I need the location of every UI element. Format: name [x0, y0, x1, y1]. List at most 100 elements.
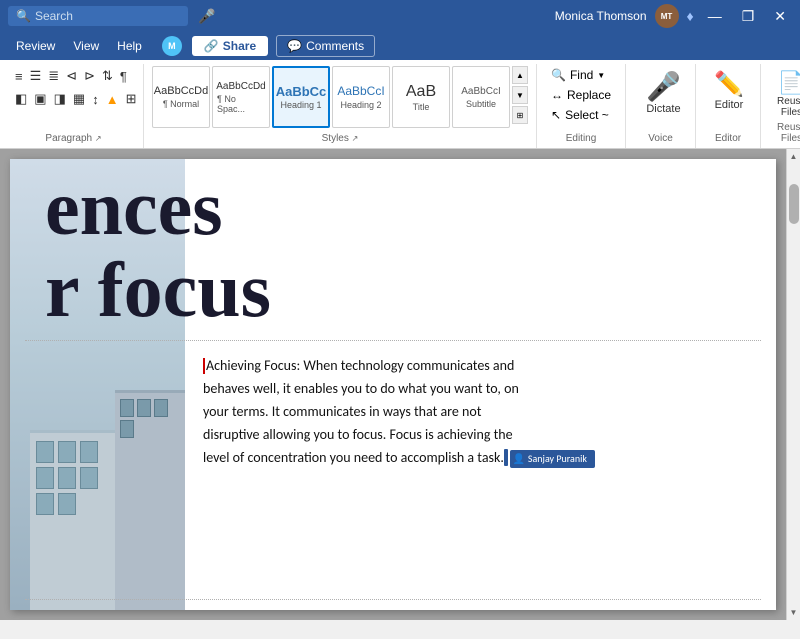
shading-btn[interactable]: ▲: [103, 89, 122, 109]
body-content: Achieving Focus: When technology communi…: [185, 344, 766, 590]
search-box[interactable]: 🔍 Search: [8, 6, 188, 26]
reuse-content: 📄 ReuseFiles: [769, 66, 800, 122]
align-justify[interactable]: ▦: [70, 89, 88, 109]
comments-button[interactable]: 💬 Comments: [276, 35, 375, 57]
style-nospace-preview: AaBbCcDd: [216, 81, 265, 93]
select-icon: ↖: [551, 108, 561, 122]
body-text-4: disruptive allowing you to focus. Focus …: [203, 426, 513, 443]
paragraph-group: ≡ ☰ ≣ ⊲ ⊳ ⇅ ¶ ◧ ▣ ◨ ▦ ↕ ▲: [4, 64, 144, 148]
voice-label: Voice: [634, 133, 687, 146]
scroll-thumb[interactable]: [789, 184, 799, 224]
body-text-5: level of concentration you need to accom…: [203, 449, 504, 466]
styles-expand-icon[interactable]: ↗: [352, 134, 359, 143]
microphone-icon: 🎤: [646, 70, 681, 103]
cursor: [203, 358, 205, 374]
style-title-label: Title: [413, 102, 430, 112]
indent-decrease[interactable]: ⊲: [63, 66, 80, 86]
style-heading2[interactable]: AaBbCcI Heading 2: [332, 66, 390, 128]
avatar-initials: MT: [661, 12, 673, 21]
align-right[interactable]: ◨: [51, 89, 69, 109]
editor-group: ✏️ Editor Editor: [696, 64, 761, 148]
reuse-icon: 📄: [778, 70, 800, 96]
user-name: Monica Thomson: [555, 9, 647, 23]
find-button[interactable]: 🔍 Find ▼: [545, 66, 617, 84]
align-center[interactable]: ▣: [31, 89, 49, 109]
reuse-button[interactable]: 📄 ReuseFiles: [769, 66, 800, 122]
gallery-down[interactable]: ▼: [512, 86, 528, 104]
menu-view[interactable]: View: [65, 35, 107, 57]
title-bar-right: Monica Thomson MT ♦ — ❐ ✕: [531, 4, 792, 28]
search-icon: 🔍: [16, 9, 31, 23]
top-divider: [25, 340, 761, 341]
list-btn-3[interactable]: ≣: [45, 66, 62, 86]
style-title[interactable]: AaB Title: [392, 66, 450, 128]
border-btn[interactable]: ⊞: [123, 89, 140, 109]
scroll-down-arrow[interactable]: ▼: [787, 605, 800, 620]
close-button[interactable]: ✕: [768, 7, 792, 25]
style-nospace-label: ¶ No Spac...: [217, 94, 265, 114]
menu-review[interactable]: Review: [8, 35, 63, 57]
editor-label: Editor: [704, 133, 752, 146]
gallery-up[interactable]: ▲: [512, 66, 528, 84]
reuse-label: ReuseFiles: [777, 96, 800, 118]
restore-button[interactable]: ❐: [736, 7, 761, 25]
paragraph-group-content: ≡ ☰ ≣ ⊲ ⊳ ⇅ ¶ ◧ ▣ ◨ ▦ ↕ ▲: [12, 66, 139, 133]
style-heading1[interactable]: AaBbCc Heading 1: [272, 66, 330, 128]
style-h2-label: Heading 2: [340, 100, 381, 110]
list-btn-1[interactable]: ≡: [12, 66, 26, 86]
style-title-preview: AaB: [406, 82, 436, 101]
bottom-divider: [25, 599, 761, 600]
style-normal-preview: AaBbCcDd: [154, 85, 208, 98]
editor-button[interactable]: ✏️ Editor: [704, 66, 754, 115]
align-left[interactable]: ◧: [12, 89, 30, 109]
comments-label: Comments: [306, 39, 364, 53]
dictate-label: Dictate: [646, 103, 680, 115]
minimize-button[interactable]: —: [702, 7, 728, 25]
scrollbar[interactable]: ▲ ▼: [786, 149, 800, 620]
paragraph-expand-icon[interactable]: ↗: [95, 134, 102, 143]
heading-area: ences r focus: [10, 159, 762, 334]
body-text-3: your terms. It communicates in ways that…: [203, 403, 481, 420]
style-normal-label: ¶ Normal: [163, 99, 199, 109]
indent-increase[interactable]: ⊳: [81, 66, 98, 86]
editor-icon: ✏️: [714, 70, 744, 99]
selection-highlight: [504, 449, 508, 466]
avatar: MT: [655, 4, 679, 28]
gallery-expand[interactable]: ⊞: [512, 106, 528, 124]
mic-button[interactable]: 🎤: [198, 8, 215, 25]
sort-btn[interactable]: ⇅: [99, 66, 116, 86]
share-button[interactable]: 🔗 Share: [192, 36, 268, 56]
style-h1-label: Heading 1: [280, 100, 321, 110]
list-btn-2[interactable]: ☰: [27, 66, 45, 86]
menu-help[interactable]: Help: [109, 35, 150, 57]
search-placeholder: Search: [35, 9, 73, 23]
collab-indicator: M: [162, 36, 182, 56]
ribbon-content: ≡ ☰ ≣ ⊲ ⊳ ⇅ ¶ ◧ ▣ ◨ ▦ ↕ ▲: [0, 60, 800, 149]
line-spacing[interactable]: ↕: [89, 89, 102, 109]
para-row-1: ≡ ☰ ≣ ⊲ ⊳ ⇅ ¶: [12, 66, 139, 86]
para-row-2: ◧ ▣ ◨ ▦ ↕ ▲ ⊞: [12, 89, 139, 109]
reuse-label: Reuse Files: [769, 122, 800, 146]
style-gallery: AaBbCcDd ¶ Normal AaBbCcDd ¶ No Spac... …: [152, 66, 510, 128]
body-text-2: behaves well, it enables you to do what …: [203, 380, 519, 397]
styles-group: AaBbCcDd ¶ Normal AaBbCcDd ¶ No Spac... …: [144, 64, 537, 148]
dictate-button[interactable]: 🎤 Dictate: [634, 66, 693, 119]
comment-tag[interactable]: Sanjay Puranik: [510, 450, 595, 469]
style-subtitle[interactable]: AaBbCcI Subtitle: [452, 66, 510, 128]
select-button[interactable]: ↖ Select ~: [545, 106, 617, 124]
find-dropdown-icon: ▼: [597, 71, 605, 80]
editing-label: Editing: [545, 133, 617, 146]
document-container: ences r focus Achieving Focus: When tech…: [0, 149, 800, 620]
reuse-group: 📄 ReuseFiles Reuse Files: [761, 64, 800, 148]
editor-content: ✏️ Editor: [704, 66, 754, 133]
replace-button[interactable]: ↔ Replace: [545, 86, 617, 104]
style-normal[interactable]: AaBbCcDd ¶ Normal: [152, 66, 210, 128]
voice-content: 🎤 Dictate: [634, 66, 693, 133]
scroll-up-arrow[interactable]: ▲: [787, 149, 800, 164]
heading-line2: r focus: [45, 246, 271, 333]
style-no-space[interactable]: AaBbCcDd ¶ No Spac...: [212, 66, 270, 128]
body-text-1: Achieving Focus: When technology communi…: [206, 357, 514, 374]
editing-buttons: 🔍 Find ▼ ↔ Replace ↖ Select ~: [545, 66, 617, 124]
share-label: Share: [223, 39, 256, 53]
pilcrow-btn[interactable]: ¶: [117, 66, 130, 86]
